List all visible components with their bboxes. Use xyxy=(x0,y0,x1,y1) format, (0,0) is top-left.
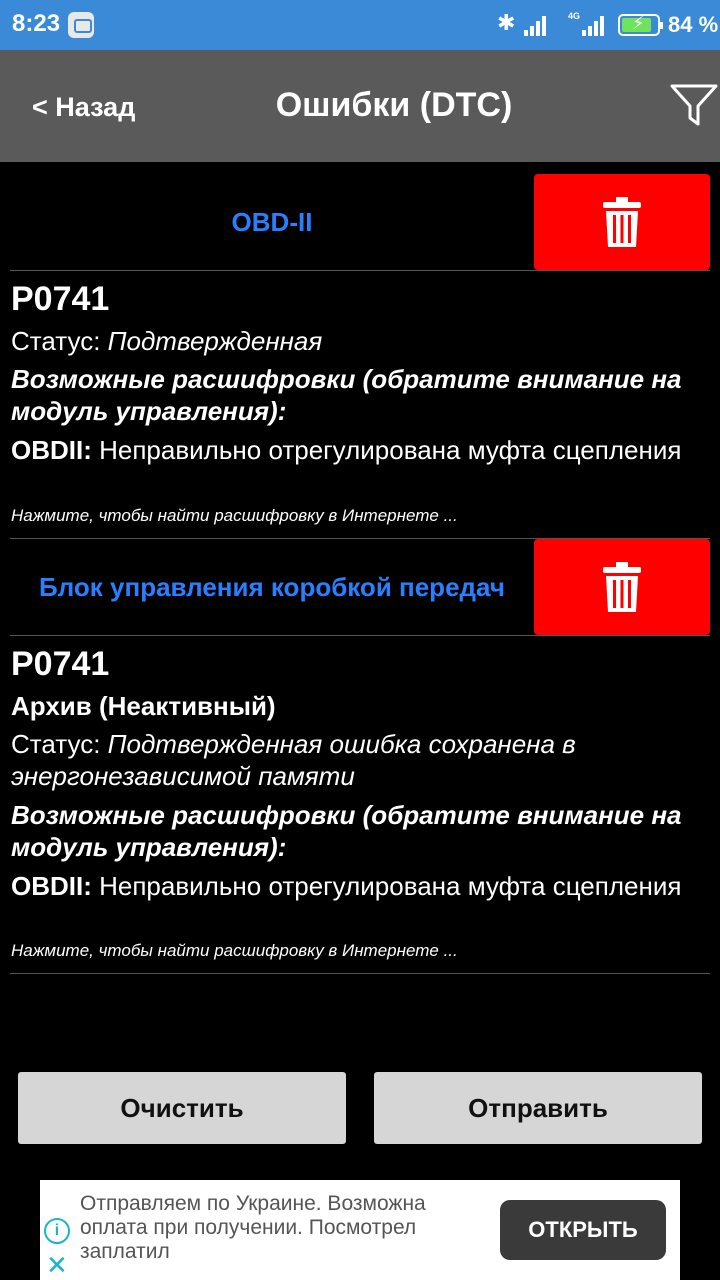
clear-button[interactable]: Очистить xyxy=(18,1072,346,1144)
delete-button[interactable] xyxy=(534,174,710,270)
decode-title: Возможные расшифровки (обратите внимание… xyxy=(11,364,682,426)
battery-percent: 84 % xyxy=(668,12,719,37)
decode-description: OBDII: Неправильно отрегулирована муфта … xyxy=(11,434,701,466)
status-bar: 8:23 ✱ 4G ⚡ 84 % xyxy=(0,0,720,50)
search-online-link[interactable]: Нажмите, чтобы найти расшифровку в Интер… xyxy=(11,941,458,961)
bluetooth-icon: ✱ xyxy=(497,10,516,35)
status-value: Подтвержденная xyxy=(107,326,323,356)
divider xyxy=(10,635,710,636)
section-title: Блок управления коробкой передач xyxy=(39,571,505,602)
status-label: Статус: xyxy=(11,326,108,356)
ad-open-button[interactable]: ОТКРЫТЬ xyxy=(500,1200,666,1260)
archive-label: Архив (Неактивный) xyxy=(11,691,276,721)
decode-prefix: OBDII: xyxy=(11,871,92,901)
ad-info-icon[interactable]: i xyxy=(44,1218,70,1244)
lte-label: 4G xyxy=(568,11,581,21)
decode-text: Неправильно отрегулирована муфта сцеплен… xyxy=(91,871,682,901)
page-title: Ошибки (DTC) xyxy=(275,86,513,124)
ad-close-icon[interactable]: ✕ xyxy=(46,1250,68,1280)
notification-app-icon xyxy=(68,12,94,38)
dtc-code: P0741 xyxy=(11,280,110,318)
decode-title: Возможные расшифровки (обратите внимание… xyxy=(11,800,682,862)
dtc-status: Статус: Подтвержденная ошибка сохранена … xyxy=(11,728,701,792)
battery-icon: ⚡ xyxy=(618,13,663,36)
signal-icon xyxy=(524,14,550,36)
ad-banner[interactable]: Отправляем по Украине. Возможна оплата п… xyxy=(40,1180,680,1280)
section-header-obd2: OBD-II xyxy=(10,174,710,270)
divider xyxy=(10,270,710,271)
send-button[interactable]: Отправить xyxy=(374,1072,702,1144)
status-label: Статус: xyxy=(11,729,108,759)
decode-description: OBDII: Неправильно отрегулирована муфта … xyxy=(11,870,701,902)
dtc-status: Статус: Подтвержденная xyxy=(11,325,701,357)
decode-text: Неправильно отрегулирована муфта сцеплен… xyxy=(91,435,682,465)
ad-text: Отправляем по Украине. Возможна оплата п… xyxy=(80,1192,426,1263)
divider xyxy=(10,973,710,974)
app-header: < Назад Ошибки (DTC) xyxy=(0,50,720,162)
dtc-code: P0741 xyxy=(11,645,110,683)
trash-icon xyxy=(603,197,641,247)
section-header-transmission: Блок управления коробкой передач xyxy=(10,539,710,635)
trash-icon xyxy=(603,562,641,612)
signal-4g-icon xyxy=(582,14,608,36)
filter-icon[interactable] xyxy=(670,82,718,130)
decode-prefix: OBDII: xyxy=(11,435,92,465)
clock: 8:23 xyxy=(12,10,61,37)
delete-button[interactable] xyxy=(534,539,710,635)
search-online-link[interactable]: Нажмите, чтобы найти расшифровку в Интер… xyxy=(11,506,458,526)
section-title: OBD-II xyxy=(231,206,313,237)
